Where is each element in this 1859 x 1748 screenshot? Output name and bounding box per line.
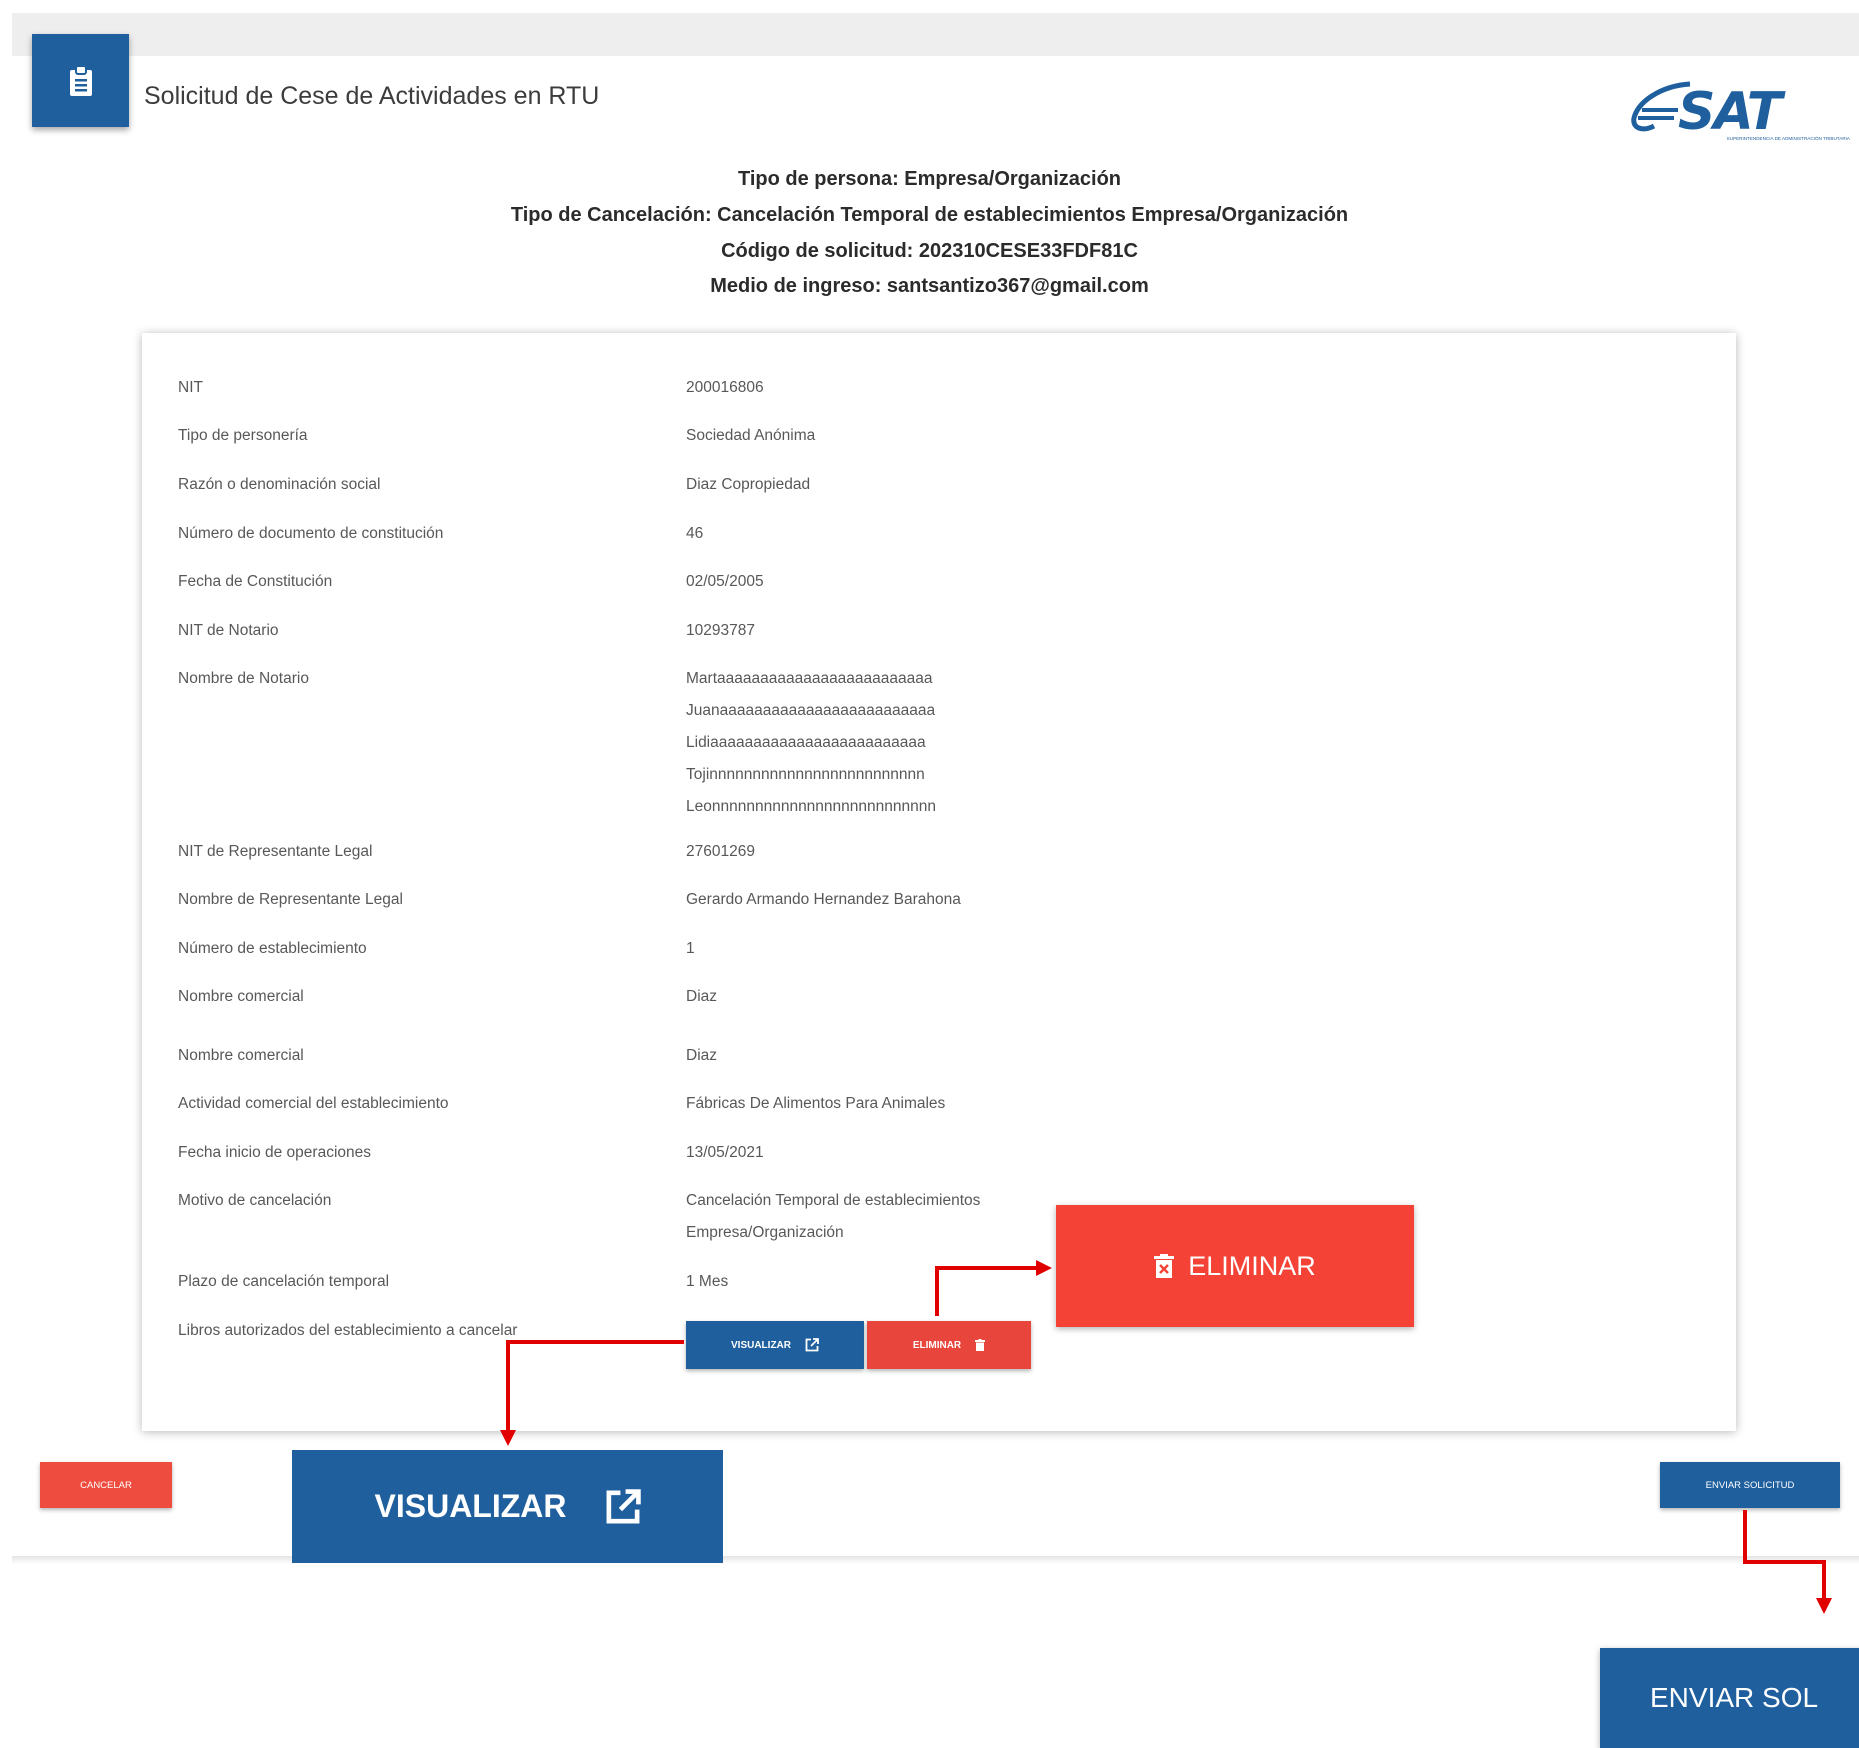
label-razon-social: Razón o denominación social xyxy=(178,476,381,493)
value-nit: 200016806 xyxy=(686,379,764,396)
value-nombre-comercial: Diaz xyxy=(686,1047,718,1064)
label-nombre-notario: Nombre de Notario xyxy=(178,670,309,687)
eliminar-callout: ELIMINAR xyxy=(1056,1205,1414,1327)
value-motivo-line: Empresa/Organización xyxy=(686,1224,844,1241)
logo-subtext: SUPERINTENDENCIA DE ADMINISTRACIÓN TRIBU… xyxy=(1726,136,1850,141)
arrowhead-enviar xyxy=(1816,1598,1832,1614)
value-nombre-notario-line: Juanaaaaaaaaaaaaaaaaaaaaaaaaa xyxy=(686,702,936,719)
label-num-documento: Número de documento de constitución xyxy=(178,525,444,542)
label-tipo-personeria: Tipo de personería xyxy=(178,427,308,444)
panel-bottom-edge xyxy=(12,1556,1859,1564)
value-razon-social: Diaz Copropiedad xyxy=(686,476,811,493)
label-nombre-representante: Nombre de Representante Legal xyxy=(178,891,403,908)
logo-word: SAT xyxy=(1678,82,1782,142)
trash-icon xyxy=(1154,1254,1175,1278)
eliminar-callout-label: ELIMINAR xyxy=(1188,1250,1316,1281)
label-plazo: Plazo de cancelación temporal xyxy=(178,1273,390,1290)
codigo-solicitud: Código de solicitud: 202310CESE33FDF81C xyxy=(721,240,1138,262)
label-libros: Libros autorizados del establecimiento a… xyxy=(178,1322,518,1339)
value-motivo-line: Cancelación Temporal de establecimientos xyxy=(686,1192,981,1209)
sat-logo: SAT SUPERINTENDENCIA DE ADMINISTRACIÓN T… xyxy=(1620,80,1850,152)
page-title: Solicitud de Cese de Actividades en RTU xyxy=(144,82,600,110)
label-nit-representante: NIT de Representante Legal xyxy=(178,843,373,860)
visualizar-callout-label: VISUALIZAR xyxy=(374,1488,567,1524)
value-nit-notario: 10293787 xyxy=(686,622,755,639)
visualizar-callout: VISUALIZAR xyxy=(292,1450,723,1563)
medio-ingreso: Medio de ingreso: santsantizo367@gmail.c… xyxy=(710,275,1149,297)
label-nombre-comercial: Nombre comercial xyxy=(178,1047,304,1064)
value-nombre-notario-line: Leonnnnnnnnnnnnnnnnnnnnnnnnnn xyxy=(686,798,936,815)
page: Solicitud de Cese de Actividades en RTU … xyxy=(0,0,1859,1748)
trash-icon xyxy=(975,1339,986,1351)
enviar-solicitud-callout: ENVIAR SOL xyxy=(1600,1648,1859,1748)
tipo-cancelacion: Tipo de Cancelación: Cancelación Tempora… xyxy=(510,204,1349,226)
value-nombre-notario-line: Tojinnnnnnnnnnnnnnnnnnnnnnnnn xyxy=(686,766,925,783)
value-nombre-representante: Gerardo Armando Hernandez Barahona xyxy=(686,891,961,908)
value-plazo: 1 Mes xyxy=(686,1273,729,1290)
label-fecha-inicio: Fecha inicio de operaciones xyxy=(178,1144,372,1161)
value-nombre-notario-line: Lidiaaaaaaaaaaaaaaaaaaaaaaaaa xyxy=(686,734,926,751)
label-motivo-cancelacion: Motivo de cancelación xyxy=(178,1192,332,1209)
value-num-establecimiento: 1 xyxy=(686,940,695,957)
value-nombre-notario-line: Martaaaaaaaaaaaaaaaaaaaaaaaaa xyxy=(686,670,933,687)
label-fecha-constitucion: Fecha de Constitución xyxy=(178,573,333,590)
cancelar-button[interactable]: CANCELAR xyxy=(40,1462,172,1508)
label-nit: NIT xyxy=(178,379,203,396)
label-actividad-comercial: Actividad comercial del establecimiento xyxy=(178,1095,449,1112)
value-tipo-personeria: Sociedad Anónima xyxy=(686,427,816,444)
label-nombre-comercial: Nombre comercial xyxy=(178,988,304,1005)
value-actividad-comercial: Fábricas De Alimentos Para Animales xyxy=(686,1095,946,1112)
open-external-icon xyxy=(606,1488,641,1523)
label-nit-notario: NIT de Notario xyxy=(178,622,279,639)
enviar-solicitud-button[interactable]: ENVIAR SOLICITUD xyxy=(1660,1462,1840,1508)
top-strip xyxy=(12,13,1859,56)
visualizar-button[interactable]: VISUALIZAR xyxy=(686,1321,864,1369)
details-card: NIT 200016806 Tipo de personería Socieda… xyxy=(142,333,1736,1431)
value-fecha-inicio: 13/05/2021 xyxy=(686,1144,764,1161)
eliminar-button[interactable]: ELIMINAR xyxy=(867,1321,1031,1369)
value-num-documento: 46 xyxy=(686,525,704,542)
open-external-icon xyxy=(805,1338,819,1352)
value-nombre-comercial: Diaz xyxy=(686,988,718,1005)
visualizar-label: VISUALIZAR xyxy=(731,1339,791,1351)
value-nit-representante: 27601269 xyxy=(686,843,755,860)
value-fecha-constitucion: 02/05/2005 xyxy=(686,573,764,590)
label-num-establecimiento: Número de establecimiento xyxy=(178,940,367,957)
clipboard-icon xyxy=(32,34,129,127)
eliminar-label: ELIMINAR xyxy=(912,1339,962,1351)
tipo-persona: Tipo de persona: Empresa/Organización xyxy=(737,168,1122,190)
